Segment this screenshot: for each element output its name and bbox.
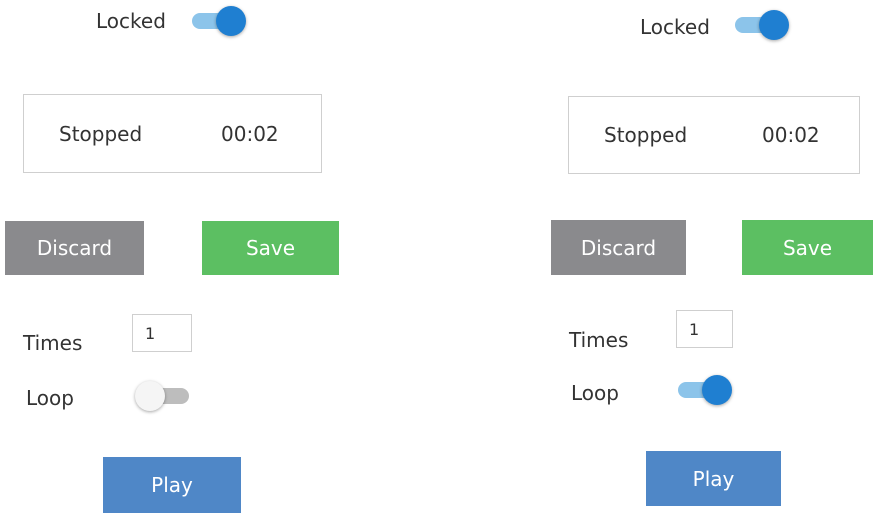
status-box: Stopped 00:02	[568, 96, 860, 174]
loop-toggle[interactable]	[135, 381, 191, 411]
times-label: Times	[23, 331, 83, 355]
save-button[interactable]: Save	[742, 220, 873, 275]
loop-toggle[interactable]	[676, 375, 732, 405]
recorder-panel-left: Locked Stopped 00:02 Discard Save Times …	[0, 0, 437, 513]
recorder-panel-right: Locked Stopped 00:02 Discard Save Times …	[436, 0, 873, 513]
toggle-knob	[702, 375, 732, 405]
toggle-knob	[135, 381, 165, 411]
elapsed-time: 00:02	[221, 121, 279, 146]
status-box: Stopped 00:02	[23, 94, 322, 173]
discard-button[interactable]: Discard	[5, 221, 144, 275]
status-text: Stopped	[59, 121, 143, 146]
locked-toggle[interactable]	[190, 6, 246, 36]
times-input[interactable]	[132, 314, 192, 352]
play-button[interactable]: Play	[103, 457, 241, 513]
toggle-knob	[759, 10, 789, 40]
locked-label: Locked	[640, 15, 710, 39]
elapsed-time: 00:02	[762, 123, 820, 147]
loop-label: Loop	[571, 381, 619, 405]
status-text: Stopped	[604, 123, 688, 147]
discard-button[interactable]: Discard	[551, 220, 686, 275]
times-label: Times	[569, 328, 629, 352]
toggle-knob	[216, 6, 246, 36]
save-button[interactable]: Save	[202, 221, 339, 275]
locked-label: Locked	[96, 9, 166, 33]
loop-label: Loop	[26, 386, 74, 410]
play-button[interactable]: Play	[646, 451, 781, 506]
locked-toggle[interactable]	[733, 10, 789, 40]
times-input[interactable]	[676, 310, 733, 348]
